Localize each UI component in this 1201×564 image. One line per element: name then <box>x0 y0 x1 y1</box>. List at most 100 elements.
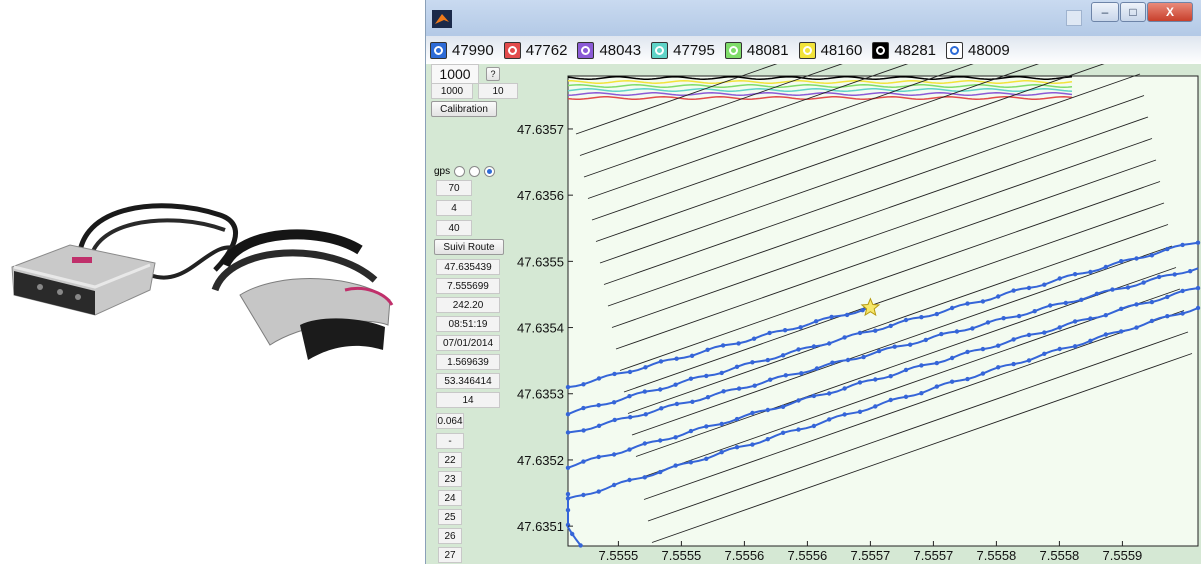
gps-track-point <box>965 301 970 306</box>
gps-track-point <box>688 460 694 465</box>
gps-track-point <box>919 363 924 368</box>
field-4[interactable]: 4 <box>436 200 472 216</box>
gps-track-point <box>782 328 788 333</box>
gps-radio-2[interactable] <box>469 165 481 177</box>
gps-track-point <box>996 294 1001 299</box>
rate-display[interactable]: 1000 <box>431 64 479 84</box>
matlab-icon <box>432 10 452 28</box>
gps-track-point <box>1172 272 1177 277</box>
calibration-button[interactable]: Calibration <box>431 101 497 117</box>
window-title <box>521 10 1041 24</box>
field-70[interactable]: 70 <box>436 180 472 196</box>
gps-track-point <box>857 330 863 336</box>
legend-label: 48081 <box>746 41 789 59</box>
radio-dot-icon <box>950 45 960 55</box>
gps-track-point <box>705 395 711 400</box>
legend-label: 47795 <box>673 41 715 59</box>
legend-item[interactable]: 48043 <box>577 41 641 59</box>
gps-track-point <box>674 401 680 407</box>
gps-track-point <box>1103 332 1108 337</box>
legend-item[interactable]: 48281 <box>872 41 936 59</box>
minimize-button[interactable]: – <box>1091 2 1119 22</box>
maximize-button[interactable]: □ <box>1120 2 1146 22</box>
gps-track-point <box>1156 274 1162 280</box>
gps-track-point <box>565 384 571 390</box>
gps-track-point <box>1195 240 1201 245</box>
suivi-route-button[interactable]: Suivi Route <box>434 239 504 255</box>
legend-swatch[interactable] <box>724 41 742 59</box>
gps-track-point <box>934 311 939 317</box>
legend-swatch[interactable] <box>651 41 669 59</box>
gps-track-point <box>1011 361 1016 367</box>
legend-item[interactable]: 47795 <box>651 41 715 59</box>
legend-item[interactable]: 48160 <box>798 41 862 59</box>
y-tick-label: 47.6356 <box>517 188 564 203</box>
index-25: 25 <box>438 509 462 525</box>
help-button[interactable]: ? <box>486 67 500 81</box>
gps-track-point <box>596 489 601 494</box>
gps-track-point <box>734 364 740 369</box>
gps-track-point <box>658 359 664 364</box>
gps-track-point <box>908 342 913 347</box>
legend-swatch[interactable] <box>798 41 816 59</box>
gps-track-point <box>845 357 851 363</box>
gps-track-point <box>888 374 893 379</box>
gps-track-point <box>565 412 571 417</box>
gps-track-point <box>765 357 770 363</box>
gps-track-point <box>780 353 786 358</box>
gps-track-point <box>813 319 819 324</box>
gps-track-point <box>765 407 770 413</box>
legend-item[interactable]: 47990 <box>430 41 494 59</box>
gps-track-point <box>903 394 909 399</box>
gps-track-point <box>1165 314 1170 319</box>
gps-track-point <box>949 355 955 361</box>
gps-track-point <box>612 417 617 423</box>
gps-track-point <box>752 383 757 388</box>
gps-track-point <box>581 382 586 387</box>
radio-dot-icon <box>876 45 886 55</box>
gps-track-point <box>903 367 909 373</box>
gps-track-point <box>1134 325 1139 330</box>
rate-field[interactable]: 1000 <box>431 83 473 99</box>
gps-track-point <box>873 328 878 333</box>
gps-track-point <box>1134 302 1139 307</box>
gps-track-point <box>751 336 757 341</box>
x-tick-label: 7.5555 <box>599 548 639 563</box>
legend-swatch[interactable] <box>577 41 595 59</box>
gps-track-point <box>658 469 663 475</box>
gps-track-point <box>1072 272 1078 277</box>
gps-track-point <box>811 344 817 349</box>
gps-track-point <box>1119 259 1124 264</box>
toolbar-ghost-icon <box>1066 10 1082 26</box>
legend-item[interactable]: 47762 <box>503 41 567 59</box>
gps-track-point <box>658 387 663 392</box>
gps-track-point <box>780 404 786 409</box>
legend-swatch[interactable] <box>946 41 964 59</box>
field-40[interactable]: 40 <box>436 220 472 236</box>
gps-track-point <box>857 409 863 414</box>
time-value: 08:51:19 <box>436 316 500 332</box>
gps-track-point <box>827 417 832 422</box>
gps-track-point <box>1088 338 1093 343</box>
gps-track-point <box>1042 330 1047 335</box>
gps-radio-3[interactable] <box>484 165 496 177</box>
legend-swatch[interactable] <box>430 41 447 59</box>
gps-track-point <box>750 360 755 365</box>
x-tick-label: 7.5556 <box>725 548 765 563</box>
legend-swatch[interactable] <box>503 41 521 59</box>
close-button[interactable]: X <box>1147 2 1193 22</box>
legend-item[interactable]: 48009 <box>946 41 1010 59</box>
gps-radio-1[interactable] <box>454 165 466 177</box>
legend-swatch[interactable] <box>872 41 890 59</box>
y-tick-label: 47.6353 <box>517 387 564 402</box>
title-bar: – □ X <box>426 0 1201 36</box>
gps-track-point <box>1072 344 1078 349</box>
gps-track-point <box>721 389 726 394</box>
gps-track-point <box>658 438 663 443</box>
gps-track-point <box>704 456 709 461</box>
gps-track-point <box>842 386 847 391</box>
gps-track-point <box>811 423 817 429</box>
legend-item[interactable]: 48081 <box>724 41 789 59</box>
longitude-value: 7.555699 <box>436 278 500 294</box>
index-26: 26 <box>438 528 462 544</box>
